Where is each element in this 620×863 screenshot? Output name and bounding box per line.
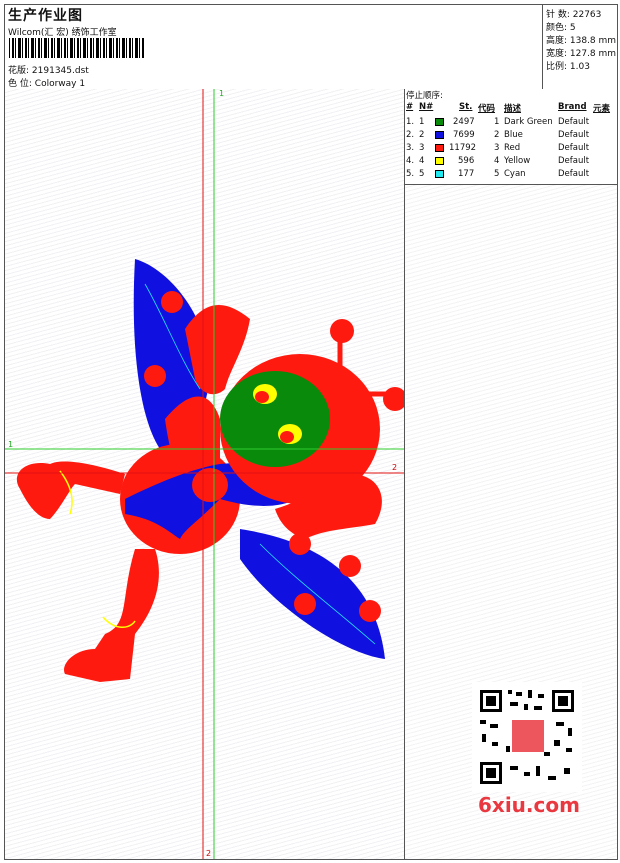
col-header-element: 元素 (593, 104, 611, 114)
stop-sequence-table: 停止顺序: # N# St. 代码 描述 Brand 元素 1. 1 2497 … (405, 89, 617, 185)
row-desc: Cyan (504, 169, 526, 179)
wing-spot (359, 600, 381, 622)
row-brand: Default (558, 130, 590, 140)
color-swatch (435, 157, 444, 165)
colorway-label: 色 位: (8, 79, 32, 89)
colorway-value: Colorway 1 (34, 79, 86, 89)
color-swatch (435, 118, 444, 126)
face (220, 371, 330, 467)
row-code: 2 (494, 130, 500, 140)
row-code: 1 (494, 117, 500, 127)
production-sheet: 生产作业图 Wilcom(汇 宏) 绣饰工作室 花版: 2191345.dst … (4, 4, 618, 860)
col-header-brand: Brand (558, 102, 587, 112)
row-desc: Blue (504, 130, 523, 140)
col-header-n: N# (419, 102, 434, 112)
sheet-title: 生产作业图 (8, 8, 83, 24)
row-stitches: 2497 (453, 117, 475, 127)
row-desc: Dark Green (504, 117, 553, 127)
color-swatch (435, 170, 444, 178)
left-pupil (255, 391, 269, 403)
colorway-row: 色 位: Colorway 1 (8, 76, 85, 89)
row-n: 3 (419, 143, 425, 153)
barcode (9, 38, 145, 58)
row-num: 2. (406, 130, 415, 140)
design-file-value: 2191345.dst (31, 66, 89, 76)
red-axis-right-label: 2 (392, 463, 398, 472)
row-code: 3 (494, 143, 500, 153)
green-axis-top-label: 1 (219, 89, 225, 98)
design-stats: 针 数: 22763 颜色: 5 高度: 138.8 mm 宽度: 127.8 … (542, 5, 618, 89)
row-num: 1. (406, 117, 415, 127)
row-n: 4 (419, 156, 425, 166)
row-stitches: 7699 (453, 130, 475, 140)
antenna-2-tip (383, 387, 407, 411)
stitch-count: 针 数: 22763 (546, 10, 602, 20)
wing-spot (294, 593, 316, 615)
row-brand: Default (558, 117, 590, 127)
watermark: 6xiu.com (478, 793, 580, 817)
col-header-stitches: St. (459, 102, 473, 112)
qr-code (472, 682, 582, 792)
row-n: 5 (419, 169, 425, 179)
embroidery-preview (5, 89, 407, 859)
red-axis-bottom-label: 2 (206, 849, 212, 858)
row-num: 4. (406, 156, 415, 166)
wing-spot (289, 533, 311, 555)
row-brand: Default (558, 143, 590, 153)
sheet-header: 生产作业图 Wilcom(汇 宏) 绣饰工作室 花版: 2191345.dst … (5, 5, 617, 90)
qr-code-graphic (480, 690, 574, 784)
lower-wing (240, 529, 385, 659)
row-stitches: 11792 (449, 143, 477, 153)
color-swatch (435, 131, 444, 139)
row-stitches: 596 (458, 156, 475, 166)
row-stitches: 177 (458, 169, 475, 179)
row-code: 4 (494, 156, 500, 166)
stop-sequence-title: 停止顺序: (406, 91, 443, 101)
wing-spot (339, 555, 361, 577)
right-pupil (280, 431, 294, 443)
col-header-desc: 描述 (504, 104, 522, 114)
row-brand: Default (558, 156, 590, 166)
row-num: 3. (406, 143, 415, 153)
right-leg (64, 549, 159, 682)
row-brand: Default (558, 169, 590, 179)
color-swatch (435, 144, 444, 152)
color-count: 颜色: 5 (546, 23, 576, 33)
design-file-label: 花版: (8, 66, 30, 76)
green-axis-left-label: 1 (8, 440, 14, 449)
antenna-1-tip (330, 319, 354, 343)
row-n: 1 (419, 117, 425, 127)
row-num: 5. (406, 169, 415, 179)
row-desc: Yellow (504, 156, 531, 166)
row-code: 5 (494, 169, 500, 179)
design-file-row: 花版: 2191345.dst (8, 63, 89, 76)
row-desc: Red (504, 143, 521, 153)
wing-spot (161, 291, 183, 313)
row-n: 2 (419, 130, 425, 140)
col-header-num: # (406, 102, 414, 112)
wing-spot (144, 365, 166, 387)
col-header-code: 代码 (478, 104, 496, 114)
company-name: Wilcom(汇 宏) 绣饰工作室 (8, 28, 117, 38)
design-height: 高度: 138.8 mm (546, 36, 617, 46)
design-scale: 比例: 1.03 (546, 62, 590, 72)
design-canvas: 1 1 2 2 (5, 89, 407, 859)
design-width: 宽度: 127.8 mm (546, 49, 617, 59)
